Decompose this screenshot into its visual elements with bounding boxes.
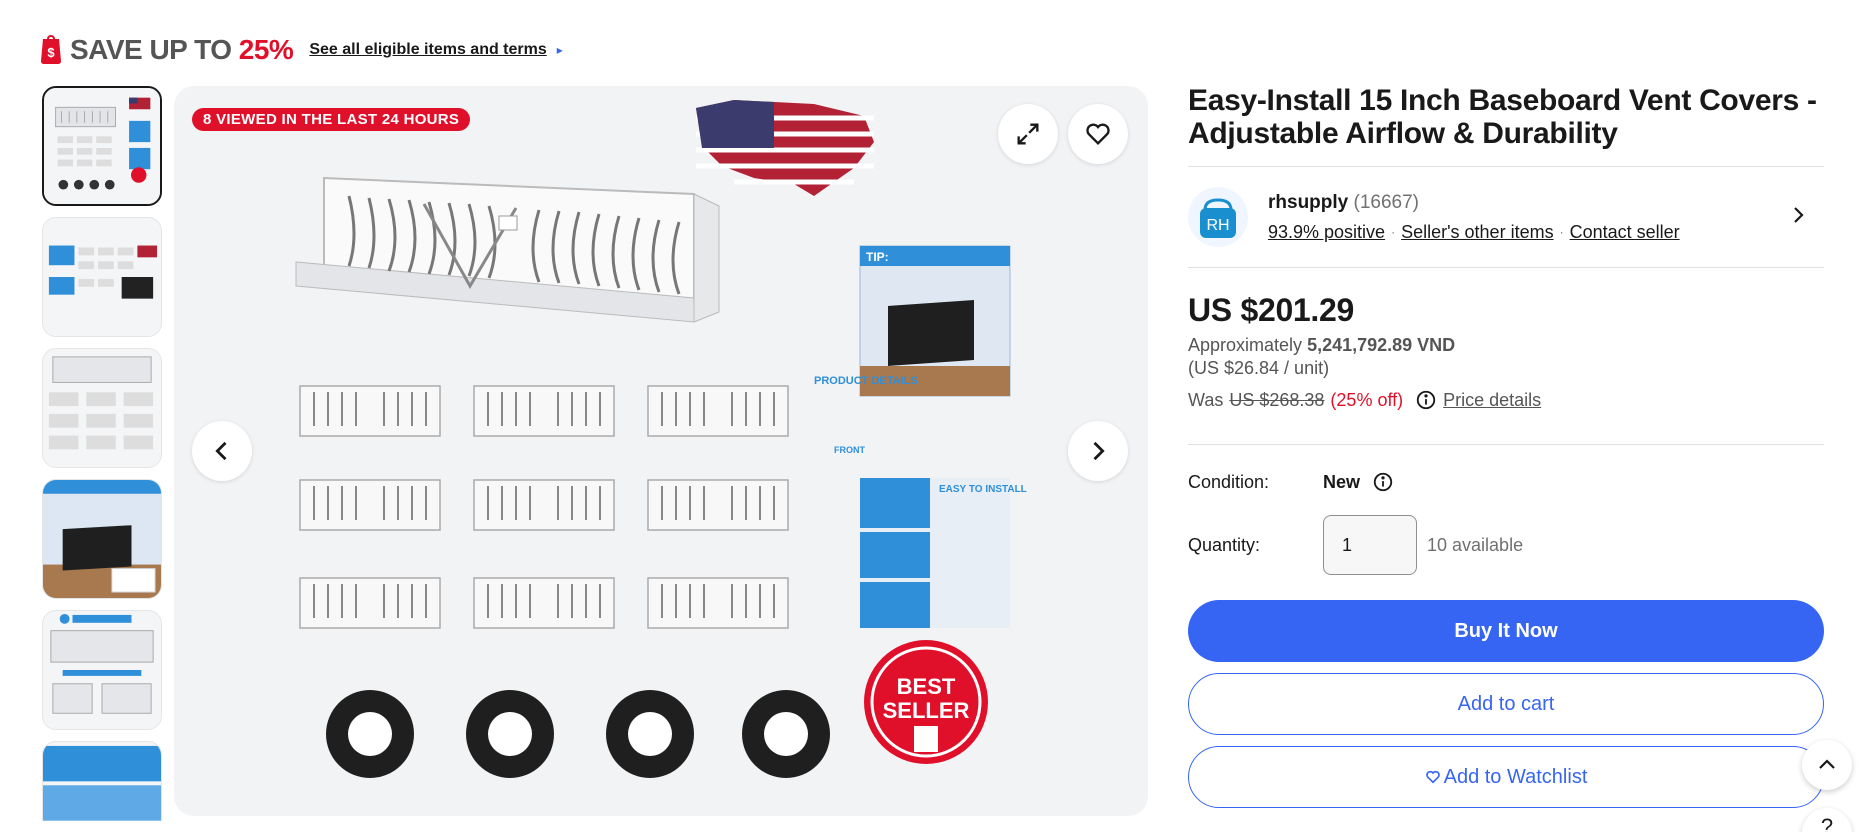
current-price: US $201.29 — [1188, 292, 1355, 328]
discount-percent: (25% off) — [1330, 389, 1404, 410]
previous-image-button[interactable] — [192, 421, 252, 481]
seller-positive-link[interactable]: 93.9% positive — [1268, 222, 1385, 243]
svg-text:$: $ — [47, 45, 55, 60]
promo-save-text: SAVE UP TO 25% — [70, 34, 294, 65]
thumbnail-image — [44, 88, 160, 204]
contact-seller-link[interactable]: Contact seller — [1570, 222, 1680, 243]
vent-cover-product-image: TIP: PRODUCT DETAILS FRONT EASY TO INSTA… — [295, 100, 1027, 778]
seller-links: 93.9% positive · Seller's other items · … — [1268, 222, 1680, 243]
seller-name-row: rhsupply (16667) — [1268, 192, 1680, 214]
chevron-right-icon[interactable] — [1786, 203, 1810, 227]
condition-value: New — [1323, 471, 1361, 492]
chevron-up-icon — [1819, 759, 1835, 769]
thumbnail-2[interactable] — [42, 217, 162, 337]
shopping-bag-icon: RH — [1200, 198, 1236, 238]
price-details-link[interactable]: Price details — [1443, 390, 1541, 411]
thumbnail-5[interactable] — [42, 610, 162, 730]
seller-logo[interactable]: RH — [1188, 187, 1248, 247]
scroll-to-top-button[interactable] — [1802, 740, 1852, 790]
thumbnail-6[interactable] — [42, 741, 162, 821]
add-to-cart-button[interactable]: Add to cart — [1188, 673, 1824, 735]
chevron-right-icon — [1093, 441, 1105, 461]
help-button[interactable]: ? — [1802, 808, 1852, 832]
svg-text:TIP:: TIP: — [866, 250, 889, 264]
separator: · — [1391, 225, 1396, 239]
svg-text:SELLER: SELLER — [883, 698, 970, 723]
heart-icon — [1086, 123, 1110, 145]
promo-banner: $ SAVE UP TO 25% See all eligible items … — [40, 30, 563, 70]
was-price-row: Was US $268.38 (25% off) Price details — [1188, 389, 1824, 411]
main-product-image[interactable]: TIP: PRODUCT DETAILS FRONT EASY TO INSTA… — [174, 86, 1148, 816]
next-image-button[interactable] — [1068, 421, 1128, 481]
svg-text:BEST: BEST — [897, 674, 956, 699]
was-price: US $268.38 — [1229, 389, 1325, 410]
approximate-price: Approximately 5,241,792.89 VND — [1188, 335, 1456, 355]
terms-arrow-icon: ▸ — [556, 43, 563, 57]
thumbnail-image — [43, 480, 161, 598]
approximate-price-value: 5,241,792.89 VND — [1307, 335, 1456, 355]
svg-text:RH: RH — [1206, 217, 1229, 234]
quantity-row: Quantity: 10 available — [1188, 515, 1824, 575]
listing-title: Easy-Install 15 Inch Baseboard Vent Cove… — [1188, 84, 1817, 150]
info-icon[interactable] — [1415, 389, 1437, 411]
seller-name[interactable]: rhsupply — [1268, 192, 1348, 213]
quantity-available: 10 available — [1427, 534, 1524, 555]
quantity-input[interactable] — [1323, 515, 1417, 575]
price-tag-icon: $ — [41, 35, 61, 64]
thumbnail-4[interactable] — [42, 479, 162, 599]
svg-text:EASY TO INSTALL: EASY TO INSTALL — [939, 484, 1027, 495]
condition-label: Condition: — [1188, 471, 1270, 492]
svg-text:PRODUCT DETAILS: PRODUCT DETAILS — [814, 375, 918, 387]
promo-save-percent: 25% — [238, 34, 294, 65]
thumbnail-image — [43, 742, 161, 821]
thumbnail-image — [43, 611, 161, 729]
condition-row: Condition: New — [1188, 467, 1824, 497]
eligible-items-link[interactable]: See all eligible items and terms — [309, 41, 546, 59]
chevron-left-icon — [215, 441, 227, 461]
price-block: US $201.29 Approximately 5,241,792.89 VN… — [1188, 268, 1824, 444]
seller-card[interactable]: RH rhsupply (16667) 93.9% positive · Sel… — [1188, 167, 1824, 267]
thumbnail-image — [43, 218, 161, 336]
heart-icon — [1425, 770, 1440, 784]
listing-details: Easy-Install 15 Inch Baseboard Vent Cove… — [1188, 84, 1824, 808]
buy-it-now-button[interactable]: Buy It Now — [1188, 600, 1824, 662]
seller-info: rhsupply (16667) 93.9% positive · Seller… — [1268, 192, 1680, 243]
expand-icon — [1017, 123, 1039, 145]
watch-heart-button[interactable] — [1068, 104, 1128, 164]
was-label: Was — [1188, 389, 1224, 410]
seller-feedback-count: (16667) — [1353, 191, 1420, 213]
divider — [1188, 444, 1824, 445]
separator: · — [1559, 225, 1564, 239]
unit-price: (US $26.84 / unit) — [1188, 358, 1330, 378]
thumbnail-3[interactable] — [42, 348, 162, 468]
thumbnail-image — [43, 349, 161, 467]
info-icon[interactable] — [1372, 471, 1394, 493]
thumbnail-1[interactable] — [42, 86, 162, 206]
expand-image-button[interactable] — [998, 104, 1058, 164]
seller-other-items-link[interactable]: Seller's other items — [1401, 222, 1554, 243]
viewed-badge: 8 VIEWED IN THE LAST 24 HOURS — [192, 108, 471, 131]
svg-text:FRONT: FRONT — [834, 445, 865, 455]
add-to-watchlist-button[interactable]: Add to Watchlist — [1188, 746, 1824, 808]
quantity-label: Quantity: — [1188, 534, 1261, 555]
watchlist-label: Add to Watchlist — [1443, 765, 1588, 788]
thumbnail-strip — [42, 86, 162, 821]
